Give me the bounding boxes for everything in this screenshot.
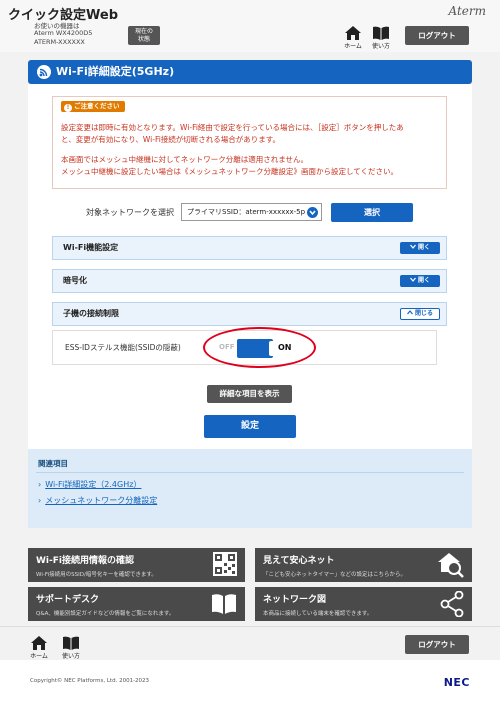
related-title: 関連項目 — [38, 459, 68, 468]
expand-button[interactable]: 開く — [400, 275, 440, 287]
tile-title: Wi-Fi接続用情報の確認 — [36, 556, 134, 566]
section-encryption[interactable]: 暗号化 開く — [52, 269, 447, 293]
tile-subtitle: 本商品に接続している端末を確認できます。 — [263, 611, 373, 617]
device-name: ATERM-XXXXXX — [34, 38, 85, 46]
chevron-right-icon: › — [38, 496, 42, 505]
caution-text: 設定変更は即時に有効となります。Wi-Fi経由で設定を行っている場合には、［設定… — [61, 123, 404, 132]
info-icon: ! — [64, 104, 72, 112]
home-icon — [345, 26, 361, 40]
book-icon — [212, 594, 236, 614]
aterm-logo: Aterm — [448, 4, 487, 18]
footer-home-nav[interactable]: ホーム — [26, 636, 52, 660]
related-links-box: 関連項目 › Wi-Fi詳細設定（2.4GHz） › メッシュネットワーク分離設定 — [28, 449, 472, 528]
page-title-bar: Wi-Fi詳細設定(5GHz) — [28, 60, 472, 84]
tile-mieru-anshin-net[interactable]: 見えて安心ネット 「こども安心ネットタイマー」などの設定はこちらから。 — [255, 548, 472, 582]
network-select-label: 対象ネットワークを選択 — [86, 208, 174, 217]
manual-label: 使い方 — [371, 43, 390, 50]
chevron-up-icon — [406, 310, 413, 315]
caution-box: ! ご注意ください 設定変更は即時に有効となります。Wi-Fi経由で設定を行ってい… — [52, 96, 447, 189]
bottom-area — [0, 660, 500, 719]
nec-logo: NEC — [443, 676, 470, 689]
tile-subtitle: 「こども安心ネットタイマー」などの設定はこちらから。 — [263, 572, 407, 578]
apply-button[interactable]: 設定 — [204, 415, 296, 438]
section-wifi-function[interactable]: Wi-Fi機能設定 開く — [52, 236, 447, 260]
caution-text: と、変更が有効になり、Wi-Fi接続が切断される場合があります。 — [61, 135, 281, 144]
manual-nav[interactable]: 使い方 — [368, 26, 394, 50]
stealth-label: ESS-IDステルス機能(SSIDの隠蔽) — [65, 343, 181, 352]
home-label: ホーム — [344, 43, 362, 50]
collapse-button[interactable]: 閉じる — [400, 308, 440, 320]
section-title: 暗号化 — [63, 276, 87, 285]
highlight-ring — [203, 327, 316, 368]
page-title: Wi-Fi詳細設定(5GHz) — [56, 65, 175, 78]
tile-title: ネットワーク図 — [263, 595, 327, 605]
tile-subtitle: Wi-Fi接続用のSSID/暗号化キーを確認できます。 — [36, 572, 157, 578]
tile-wifi-info[interactable]: Wi-Fi接続用情報の確認 Wi-Fi接続用のSSID/暗号化キーを確認できます… — [28, 548, 245, 582]
caution-text: メッシュ中継機に設定したい場合は《メッシュネットワーク分離設定》画面から設定して… — [61, 167, 399, 176]
book-icon — [63, 636, 79, 650]
tile-subtitle: Q&A、機能別設定ガイドなどの情報をご覧になれます。 — [36, 611, 175, 617]
chevron-down-icon — [409, 244, 416, 249]
house-search-icon — [438, 553, 464, 578]
show-detail-button[interactable]: 詳細な項目を表示 — [207, 385, 292, 403]
status-button-line1: 現在の — [134, 28, 153, 35]
wifi-icon — [37, 65, 51, 79]
section-client-restriction[interactable]: 子機の接続制限 閉じる — [52, 302, 447, 326]
divider — [36, 472, 464, 473]
related-link-wifi-24[interactable]: › Wi-Fi詳細設定（2.4GHz） — [38, 479, 141, 490]
chevron-down-icon — [409, 277, 416, 282]
home-icon — [31, 636, 47, 650]
current-status-button[interactable]: 現在の 状態 — [128, 26, 160, 45]
book-icon — [373, 26, 389, 40]
logout-button[interactable]: ログアウト — [405, 26, 469, 45]
home-nav[interactable]: ホーム — [340, 26, 366, 50]
footer-logout-button[interactable]: ログアウト — [405, 635, 469, 654]
home-label: ホーム — [30, 653, 48, 660]
device-model: Aterm WX4200D5 — [34, 29, 93, 37]
ssid-select-value: プライマリSSID：aterm-xxxxxx-5p — [187, 208, 306, 216]
ssid-select[interactable]: プライマリSSID：aterm-xxxxxx-5p — [181, 203, 322, 221]
expand-button[interactable]: 開く — [400, 242, 440, 254]
status-button-line2: 状態 — [137, 36, 150, 43]
select-button[interactable]: 選択 — [331, 203, 413, 222]
footer-manual-nav[interactable]: 使い方 — [58, 636, 84, 660]
related-link-mesh-separation[interactable]: › メッシュネットワーク分離設定 — [38, 495, 157, 506]
tile-title: サポートデスク — [36, 595, 100, 605]
manual-label: 使い方 — [61, 653, 80, 660]
section-title: 子機の接続制限 — [63, 309, 119, 318]
caution-text: 本画面ではメッシュ中継機に対してネットワーク分離は適用されません。 — [61, 155, 309, 164]
copyright: Copyright© NEC Platforms, Ltd. 2001-2023 — [30, 678, 150, 684]
chevron-down-icon — [307, 207, 318, 218]
header: クイック設定Web お使いの機器は Aterm WX4200D5 ATERM-X… — [0, 0, 500, 52]
qr-code-icon — [213, 552, 237, 576]
share-network-icon — [440, 591, 464, 617]
chevron-right-icon: › — [38, 480, 42, 489]
section-title: Wi-Fi機能設定 — [63, 243, 119, 252]
caution-badge: ! ご注意ください — [61, 101, 125, 112]
tile-support-desk[interactable]: サポートデスク Q&A、機能別設定ガイドなどの情報をご覧になれます。 — [28, 587, 245, 621]
tile-network-map[interactable]: ネットワーク図 本商品に接続している端末を確認できます。 — [255, 587, 472, 621]
tile-title: 見えて安心ネット — [263, 556, 335, 566]
